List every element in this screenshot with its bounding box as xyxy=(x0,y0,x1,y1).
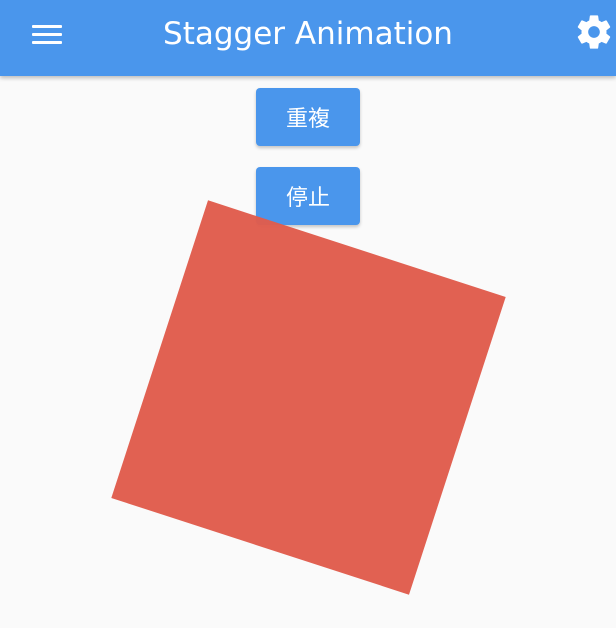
settings-button[interactable] xyxy=(574,12,614,56)
page-title: Stagger Animation xyxy=(163,16,453,52)
repeat-button[interactable]: 重複 xyxy=(256,88,360,146)
animated-square xyxy=(111,200,506,595)
app-bar: Stagger Animation xyxy=(0,0,616,76)
gear-icon xyxy=(577,15,611,49)
stop-button[interactable]: 停止 xyxy=(256,167,360,225)
